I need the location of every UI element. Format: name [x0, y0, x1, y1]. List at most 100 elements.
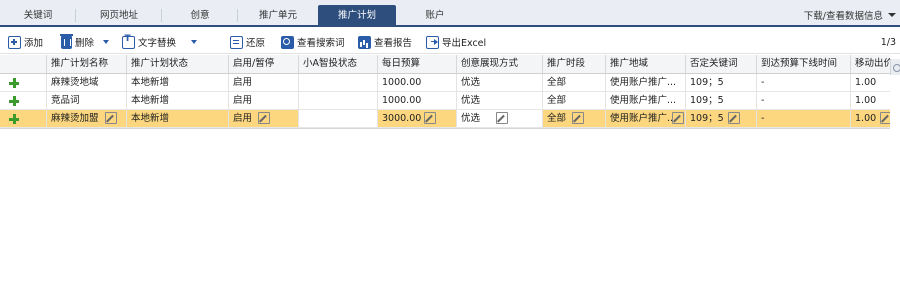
- header-cell: [0, 55, 47, 73]
- add-button[interactable]: 添加: [8, 34, 43, 50]
- tab-campaigns[interactable]: 推广计划: [318, 5, 396, 27]
- edit-pencil-icon[interactable]: [424, 112, 436, 124]
- trash-icon: [60, 33, 73, 49]
- edit-pencil-icon[interactable]: [496, 112, 508, 124]
- header-daily-budget[interactable]: 每日预算: [378, 55, 457, 73]
- chevron-down-icon[interactable]: [191, 40, 198, 44]
- search-icon: [281, 35, 294, 49]
- cell-daily-budget[interactable]: 3000.00: [378, 110, 457, 127]
- table-row-selected[interactable]: 麻辣烫加盟 本地新增 启用 3000.00 优选 全部 使用账户推广... 10…: [0, 110, 890, 128]
- edit-pencil-icon[interactable]: [672, 112, 684, 124]
- report-icon: [358, 35, 371, 49]
- cell-region[interactable]: 使用账户推广...: [606, 110, 686, 127]
- header-enable-pause[interactable]: 启用/暂停: [229, 55, 299, 73]
- restore-label: 还原: [246, 38, 266, 49]
- header-creative-display[interactable]: 创意展现方式: [457, 55, 543, 73]
- tab-keywords[interactable]: 关键词: [0, 5, 76, 26]
- table-row[interactable]: 竞品词 本地新增 启用 1000.00 优选 全部 使用账户推广... 109；…: [0, 92, 890, 110]
- cell-campaign-name[interactable]: 竞品词: [47, 92, 127, 109]
- download-data-menu[interactable]: 下载/查看数据信息: [804, 8, 896, 22]
- header-negative-keywords[interactable]: 否定关键词: [686, 55, 757, 73]
- add-icon: [8, 35, 21, 49]
- cell-campaign-status: 本地新增: [127, 92, 229, 109]
- cell-campaign-name[interactable]: 麻辣烫地域: [47, 74, 127, 91]
- cell-creative-display[interactable]: 优选: [457, 92, 543, 109]
- cell-schedule[interactable]: 全部: [543, 92, 606, 109]
- header-smart-status[interactable]: 小A智投状态: [299, 55, 378, 73]
- cell-smart-status: [299, 74, 378, 91]
- edit-pencil-icon[interactable]: [880, 112, 890, 124]
- cell-campaign-status: 本地新增: [127, 74, 229, 91]
- chevron-down-icon[interactable]: [103, 40, 110, 44]
- cell-region[interactable]: 使用账户推广...: [606, 74, 686, 91]
- cell-mobile-bid[interactable]: 1.00: [851, 110, 890, 127]
- tab-urls[interactable]: 网页地址: [76, 5, 162, 26]
- view-report-label: 查看报告: [374, 38, 413, 49]
- cell-campaign-status: 本地新增: [127, 110, 229, 127]
- cell-daily-budget[interactable]: 1000.00: [378, 74, 457, 91]
- add-label: 添加: [24, 38, 44, 49]
- text-icon: [122, 34, 135, 49]
- cell-campaign-name[interactable]: 麻辣烫加盟: [47, 110, 127, 127]
- cell-schedule[interactable]: 全部: [543, 110, 606, 127]
- cell-schedule[interactable]: 全部: [543, 74, 606, 91]
- chevron-down-icon: [888, 13, 896, 17]
- header-budget-offline-time[interactable]: 到达预算下线时间: [757, 55, 851, 73]
- text-replace-button[interactable]: 文字替换: [122, 34, 198, 50]
- header-campaign-name[interactable]: 推广计划名称: [47, 55, 127, 73]
- tab-account[interactable]: 账户: [396, 5, 474, 26]
- header-mobile-bid[interactable]: 移动出价: [851, 55, 890, 73]
- campaign-table: 推广计划名称 推广计划状态 启用/暂停 小A智投状态 每日预算 创意展现方式 推…: [0, 55, 890, 129]
- cell-creative-display[interactable]: 优选: [457, 74, 543, 91]
- cell-budget-offline-time: -: [757, 110, 851, 127]
- row-handle-cell: [0, 74, 47, 91]
- column-settings-gear-icon[interactable]: [890, 59, 900, 75]
- header-region[interactable]: 推广地域: [606, 55, 686, 73]
- cell-mobile-bid-text: 1.00: [855, 113, 877, 124]
- export-excel-button[interactable]: 导出Excel: [426, 34, 486, 50]
- edit-pencil-icon[interactable]: [258, 112, 270, 124]
- cell-negative-keywords[interactable]: 109；5: [686, 74, 757, 91]
- cell-negative-keywords[interactable]: 109；5: [686, 110, 757, 127]
- edit-pencil-icon[interactable]: [105, 112, 117, 124]
- cell-creative-display-text: 优选: [461, 113, 481, 124]
- cell-enable-pause[interactable]: 启用: [229, 92, 299, 109]
- delete-button[interactable]: 删除: [60, 33, 110, 50]
- header-campaign-status[interactable]: 推广计划状态: [127, 55, 229, 73]
- cell-daily-budget[interactable]: 1000.00: [378, 92, 457, 109]
- cell-schedule-text: 全部: [547, 113, 567, 124]
- cell-enable-pause[interactable]: 启用: [229, 74, 299, 91]
- page-indicator: 1/3: [880, 37, 896, 48]
- cell-mobile-bid[interactable]: 1.00: [851, 92, 890, 109]
- tab-bar: 关键词 网页地址 创意 推广单元 推广计划 账户 下载/查看数据信息: [0, 0, 900, 27]
- edit-pencil-icon[interactable]: [572, 112, 584, 124]
- restore-button[interactable]: 还原: [230, 34, 265, 50]
- cell-smart-status: [299, 110, 378, 127]
- tab-creatives[interactable]: 创意: [162, 5, 238, 26]
- row-handle-cell: [0, 92, 47, 109]
- view-search-terms-button[interactable]: 查看搜索词: [281, 34, 345, 50]
- cell-smart-status: [299, 92, 378, 109]
- restore-icon: [230, 35, 243, 49]
- cell-budget-offline-time: -: [757, 92, 851, 109]
- edit-pencil-icon[interactable]: [728, 112, 740, 124]
- cell-budget-offline-time: -: [757, 74, 851, 91]
- cell-mobile-bid[interactable]: 1.00: [851, 74, 890, 91]
- cell-creative-display[interactable]: 优选: [457, 110, 543, 127]
- cell-region[interactable]: 使用账户推广...: [606, 92, 686, 109]
- cell-campaign-name-text: 麻辣烫加盟: [51, 113, 99, 124]
- export-icon: [426, 35, 439, 49]
- table-row[interactable]: 麻辣烫地域 本地新增 启用 1000.00 优选 全部 使用账户推广... 10…: [0, 74, 890, 92]
- delete-label: 删除: [75, 38, 95, 49]
- view-report-button[interactable]: 查看报告: [358, 34, 412, 50]
- cell-negative-keywords[interactable]: 109；5: [686, 92, 757, 109]
- tab-ad-groups[interactable]: 推广单元: [238, 5, 318, 26]
- cell-enable-pause-text: 启用: [233, 113, 253, 124]
- header-schedule[interactable]: 推广时段: [543, 55, 606, 73]
- cell-enable-pause[interactable]: 启用: [229, 110, 299, 127]
- row-handle-cell: [0, 110, 47, 127]
- export-excel-label: 导出Excel: [442, 38, 487, 49]
- text-replace-label: 文字替换: [138, 38, 177, 49]
- view-search-terms-label: 查看搜索词: [297, 38, 345, 49]
- cell-region-text: 使用账户推广...: [610, 113, 677, 124]
